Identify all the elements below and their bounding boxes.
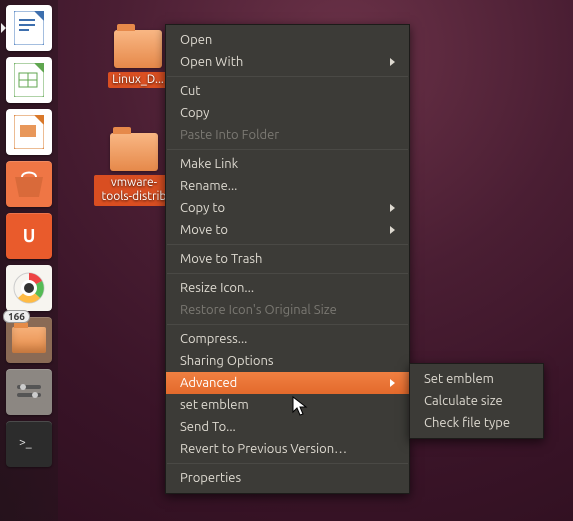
submenu-item-label: Check file type <box>424 416 510 430</box>
menu-item-label: Properties <box>180 471 241 485</box>
menu-item[interactable]: Copy <box>166 102 409 124</box>
context-submenu-advanced: Set emblem Calculate size Check file type <box>409 363 544 439</box>
submenu-arrow-icon <box>390 204 395 212</box>
submenu-arrow-icon <box>390 58 395 66</box>
menu-item-label: Copy to <box>180 201 225 215</box>
menu-item[interactable]: Sharing Options <box>166 350 409 372</box>
submenu-item[interactable]: Check file type <box>410 412 543 434</box>
menu-separator <box>167 76 408 77</box>
menu-item-label: Open <box>180 33 212 47</box>
menu-item-label: set emblem <box>180 398 249 412</box>
launcher-software-center[interactable] <box>5 160 53 208</box>
menu-item[interactable]: Compress... <box>166 328 409 350</box>
menu-item-label: Advanced <box>180 376 237 390</box>
menu-item-label: Resize Icon... <box>180 281 254 295</box>
menu-item[interactable]: Make Link <box>166 153 409 175</box>
launcher-terminal[interactable]: >_ <box>5 420 53 468</box>
submenu-item[interactable]: Set emblem <box>410 368 543 390</box>
menu-separator <box>167 463 408 464</box>
menu-item-label: Copy <box>180 106 209 120</box>
desktop-folder-1[interactable]: vmware-tools-distrib <box>94 133 174 206</box>
submenu-arrow-icon <box>390 379 395 387</box>
menu-item-label: Rename... <box>180 179 237 193</box>
menu-separator <box>167 273 408 274</box>
menu-item-label: Make Link <box>180 157 238 171</box>
launcher-libreoffice-writer[interactable] <box>5 4 53 52</box>
context-menu: Open Open With Cut Copy Paste Into Folder Mak… <box>165 24 410 494</box>
menu-item-label: Paste Into Folder <box>180 128 279 142</box>
menu-item[interactable]: Rename... <box>166 175 409 197</box>
menu-item-label: Send To... <box>180 420 236 434</box>
unity-launcher: U 166 >_ <box>0 0 58 521</box>
menu-item[interactable]: Send To... <box>166 416 409 438</box>
menu-item-label: Restore Icon's Original Size <box>180 303 337 317</box>
menu-separator <box>167 149 408 150</box>
submenu-item[interactable]: Calculate size <box>410 390 543 412</box>
menu-item-label: Compress... <box>180 332 247 346</box>
menu-item-label: Move to Trash <box>180 252 262 266</box>
launcher-settings[interactable] <box>5 368 53 416</box>
menu-item[interactable]: set emblem <box>166 394 409 416</box>
menu-item[interactable]: Properties <box>166 467 409 489</box>
submenu-arrow-icon <box>390 226 395 234</box>
svg-text:U: U <box>23 226 36 246</box>
menu-item[interactable]: Advanced <box>166 372 409 394</box>
menu-item-label: Sharing Options <box>180 354 274 368</box>
menu-item-label: Revert to Previous Version… <box>180 442 347 456</box>
launcher-system-monitor[interactable] <box>5 264 53 312</box>
svg-text:>_: >_ <box>19 436 32 449</box>
menu-item[interactable]: Open <box>166 29 409 51</box>
menu-item: Paste Into Folder <box>166 124 409 146</box>
submenu-item-label: Set emblem <box>424 372 494 386</box>
running-indicator-icon <box>1 23 6 33</box>
menu-item[interactable]: Revert to Previous Version… <box>166 438 409 460</box>
menu-item[interactable]: Move to Trash <box>166 248 409 270</box>
menu-item[interactable]: Copy to <box>166 197 409 219</box>
menu-item[interactable]: Resize Icon... <box>166 277 409 299</box>
launcher-libreoffice-impress[interactable] <box>5 108 53 156</box>
menu-item[interactable]: Move to <box>166 219 409 241</box>
desktop-folder-label: Linux_D... <box>108 72 168 88</box>
menu-item: Restore Icon's Original Size <box>166 299 409 321</box>
menu-separator <box>167 244 408 245</box>
folder-icon <box>110 133 158 171</box>
launcher-libreoffice-calc[interactable] <box>5 56 53 104</box>
menu-item[interactable]: Cut <box>166 80 409 102</box>
menu-item[interactable]: Open With <box>166 51 409 73</box>
launcher-updates[interactable]: 166 <box>5 316 53 364</box>
menu-item-label: Cut <box>180 84 200 98</box>
desktop-folder-label: vmware-tools-distrib <box>94 175 174 206</box>
launcher-ubuntu-one[interactable]: U <box>5 212 53 260</box>
launcher-badge: 166 <box>3 310 30 323</box>
menu-item-label: Open With <box>180 55 243 69</box>
submenu-item-label: Calculate size <box>424 394 503 408</box>
menu-separator <box>167 324 408 325</box>
folder-icon <box>114 30 162 68</box>
menu-item-label: Move to <box>180 223 228 237</box>
